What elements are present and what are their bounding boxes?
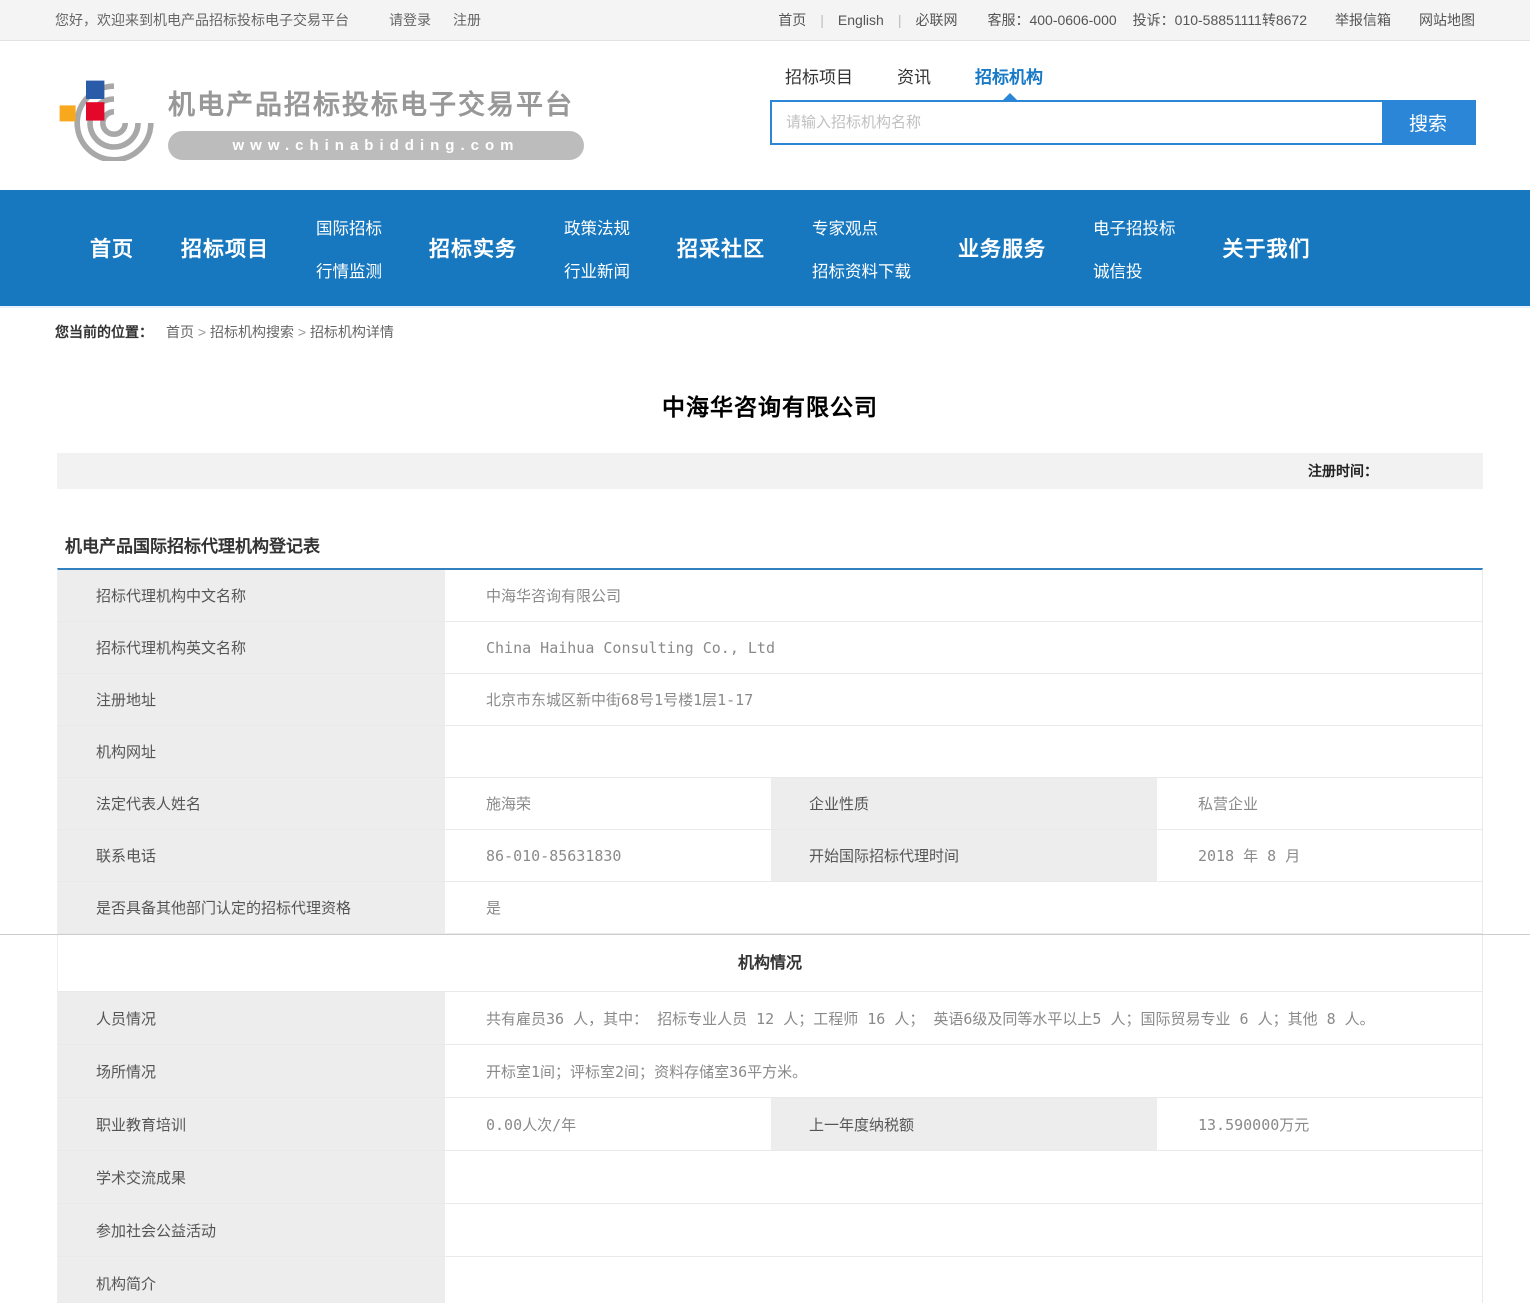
complaint-phone: 投诉：010-58851111转8672 [1133, 10, 1307, 30]
field-label: 注册地址 [58, 674, 446, 726]
table-row: 人员情况共有雇员36 人，其中： 招标专业人员 12 人；工程师 16 人； 英… [58, 992, 1482, 1045]
nav-item[interactable]: 专家观点招标资料下载 [812, 215, 911, 282]
registration-time-label: 注册时间： [1308, 463, 1378, 479]
company-title: 中海华咨询有限公司 [57, 388, 1483, 422]
breadcrumb-items: 首页 > 招标机构搜索 > 招标机构详情 [166, 322, 394, 342]
table-row: 场所情况开标室1间；评标室2间；资料存储室36平方米。 [58, 1045, 1482, 1098]
field-label: 场所情况 [58, 1045, 446, 1098]
field-label: 企业性质 [771, 778, 1158, 830]
site-header: 机电产品招标投标电子交易平台 www.chinabidding.com 招标项目… [0, 41, 1530, 190]
field-label: 学术交流成果 [58, 1151, 446, 1204]
field-label: 职业教育培训 [58, 1098, 446, 1151]
field-value [446, 1257, 1482, 1303]
field-label: 开始国际招标代理时间 [771, 830, 1158, 882]
bilian-link[interactable]: 必联网 [915, 10, 957, 30]
page-content: 中海华咨询有限公司 注册时间： 机电产品国际招标代理机构登记表 招标代理机构中文… [57, 388, 1483, 1303]
field-value: 86-010-85631830 [446, 830, 771, 882]
field-value: 中海华咨询有限公司 [446, 570, 1482, 622]
breadcrumb-separator: > [294, 324, 310, 340]
service-phone: 客服：400-0606-000 [987, 10, 1116, 30]
field-value [446, 1151, 1482, 1204]
field-label: 是否具备其他部门认定的招标代理资格 [58, 882, 446, 934]
table-row: 机构网址 [58, 726, 1482, 778]
active-tab-notch [1003, 93, 1017, 100]
search-input[interactable] [772, 102, 1382, 143]
field-value: 0.00人次/年 [446, 1098, 771, 1151]
table-row: 联系电话86-010-85631830开始国际招标代理时间2018 年 8 月 [58, 830, 1482, 882]
welcome-text: 您好，欢迎来到机电产品招标投标电子交易平台 [55, 10, 349, 30]
nav-item[interactable]: 电子招投标诚信投 [1093, 215, 1176, 282]
field-value [446, 1204, 1482, 1257]
table-row: 职业教育培训0.00人次/年上一年度纳税额13.590000万元 [58, 1098, 1482, 1151]
agency-registration-table: 招标代理机构中文名称中海华咨询有限公司招标代理机构英文名称China Haihu… [57, 568, 1483, 934]
nav-item[interactable]: 国际招标行情监测 [316, 215, 382, 282]
field-value: 2018 年 8 月 [1158, 830, 1482, 882]
register-link[interactable]: 注册 [453, 10, 481, 30]
search-tab[interactable]: 招标机构 [975, 63, 1043, 88]
search-area: 招标项目 资讯 招标机构 搜索 [770, 63, 1476, 145]
table-row: 注册地址北京市东城区新中街68号1号楼1层1-17 [58, 674, 1482, 726]
field-value: 开标室1间；评标室2间；资料存储室36平方米。 [446, 1045, 1482, 1098]
logo-icon [58, 69, 154, 161]
table-row: 参加社会公益活动 [58, 1204, 1482, 1257]
home-link[interactable]: 首页 [778, 10, 806, 30]
registration-time-bar: 注册时间： [57, 453, 1483, 489]
english-link[interactable]: English [838, 12, 884, 28]
field-label: 上一年度纳税额 [771, 1098, 1158, 1151]
field-label: 机构网址 [58, 726, 446, 778]
section-header-org-status: 机构情况 [57, 935, 1483, 992]
divider: | [820, 12, 824, 28]
field-label: 参加社会公益活动 [58, 1204, 446, 1257]
divider: | [898, 12, 902, 28]
site-url-banner: www.chinabidding.com [168, 131, 584, 160]
field-value: 是 [446, 882, 1482, 934]
main-nav: 首页 招标项目 国际招标行情监测 招标实务 政策法规行业新闻 招采社区 专家观点招标资料下载… [0, 190, 1530, 308]
field-value: 13.590000万元 [1158, 1098, 1482, 1151]
table-row: 机构简介 [58, 1257, 1482, 1303]
search-tabs: 招标项目 资讯 招标机构 [770, 63, 1476, 88]
field-value: 北京市东城区新中街68号1号楼1层1-17 [446, 674, 1482, 726]
field-value: 私营企业 [1158, 778, 1482, 830]
breadcrumb-separator: > [194, 324, 210, 340]
search-box: 搜索 [770, 100, 1476, 145]
site-title: 机电产品招标投标电子交易平台 [168, 83, 584, 122]
breadcrumb-link: 招标机构详情 [310, 324, 394, 340]
report-box-link[interactable]: 举报信箱 [1335, 10, 1391, 30]
breadcrumb-link[interactable]: 招标机构搜索 [210, 324, 294, 340]
search-button[interactable]: 搜索 [1382, 102, 1474, 143]
field-value: 施海荣 [446, 778, 771, 830]
search-tab[interactable]: 资讯 [897, 63, 931, 88]
nav-item[interactable]: 业务服务 [958, 233, 1046, 263]
breadcrumb-link[interactable]: 首页 [166, 324, 194, 340]
nav-item[interactable]: 关于我们 [1223, 233, 1311, 263]
nav-item[interactable]: 首页 [90, 233, 134, 263]
top-utility-bar: 您好，欢迎来到机电产品招标投标电子交易平台 请登录 注册 首页 | Englis… [0, 0, 1530, 41]
search-tab[interactable]: 招标项目 [785, 63, 853, 88]
field-label: 招标代理机构中文名称 [58, 570, 446, 622]
field-value [446, 726, 1482, 778]
table-row: 法定代表人姓名施海荣企业性质私营企业 [58, 778, 1482, 830]
form-title: 机电产品国际招标代理机构登记表 [57, 532, 1483, 557]
login-link[interactable]: 请登录 [389, 10, 431, 30]
field-label: 招标代理机构英文名称 [58, 622, 446, 674]
breadcrumb: 您当前的位置： 首页 > 招标机构搜索 > 招标机构详情 [0, 308, 1530, 352]
nav-item[interactable]: 招采社区 [677, 233, 765, 263]
field-label: 人员情况 [58, 992, 446, 1045]
field-label: 法定代表人姓名 [58, 778, 446, 830]
field-label: 联系电话 [58, 830, 446, 882]
field-label: 机构简介 [58, 1257, 446, 1303]
table-row: 招标代理机构中文名称中海华咨询有限公司 [58, 570, 1482, 622]
nav-item[interactable]: 招标实务 [429, 233, 517, 263]
breadcrumb-label: 您当前的位置： [55, 322, 153, 342]
field-value: 共有雇员36 人，其中： 招标专业人员 12 人；工程师 16 人； 英语6级及… [446, 992, 1482, 1045]
table-row: 学术交流成果 [58, 1151, 1482, 1204]
org-status-table: 人员情况共有雇员36 人，其中： 招标专业人员 12 人；工程师 16 人； 英… [57, 992, 1483, 1303]
sitemap-link[interactable]: 网站地图 [1419, 10, 1475, 30]
table-row: 招标代理机构英文名称China Haihua Consulting Co., L… [58, 622, 1482, 674]
nav-item[interactable]: 招标项目 [181, 233, 269, 263]
site-logo[interactable]: 机电产品招标投标电子交易平台 www.chinabidding.com [58, 69, 584, 161]
nav-item[interactable]: 政策法规行业新闻 [564, 215, 630, 282]
field-value: China Haihua Consulting Co., Ltd [446, 622, 1482, 674]
table-row: 是否具备其他部门认定的招标代理资格是 [58, 882, 1482, 934]
